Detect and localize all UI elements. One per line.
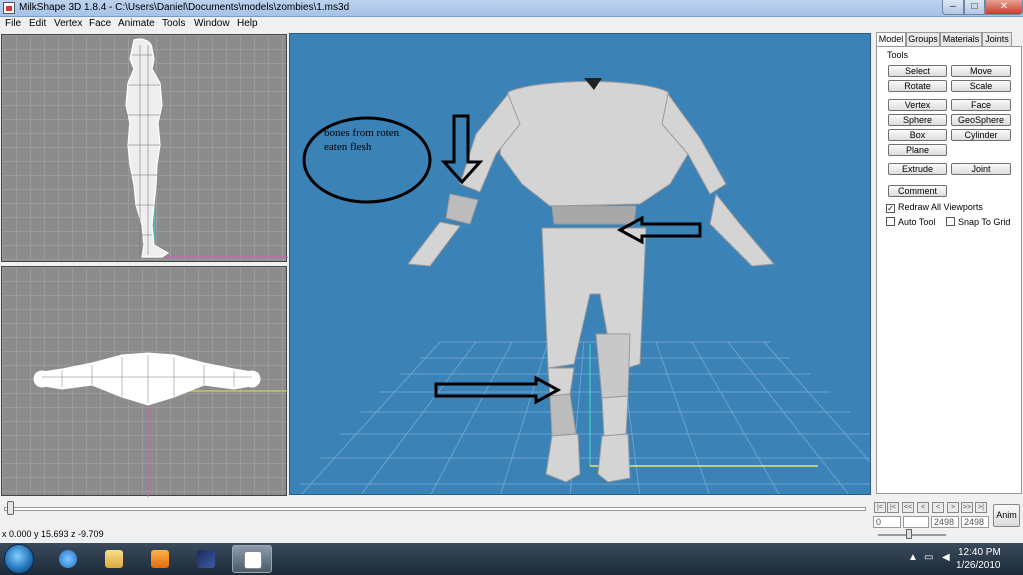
redraw-label: Redraw All Viewports <box>898 202 983 212</box>
vertex-button[interactable]: Vertex <box>888 99 947 111</box>
frame-slider-track[interactable] <box>4 507 866 511</box>
plane-button[interactable]: Plane <box>888 144 947 156</box>
comment-button[interactable]: Comment <box>888 185 947 197</box>
perspective-viewport[interactable]: bones from roten eaten flesh <box>289 33 871 495</box>
prev-step-button[interactable]: < <box>932 502 944 513</box>
menu-edit[interactable]: Edit <box>29 18 46 29</box>
checkbox-empty-icon <box>946 217 955 226</box>
speed-slider-handle[interactable] <box>906 529 912 539</box>
rotate-button[interactable]: Rotate <box>888 80 947 92</box>
first-keyframe-button[interactable]: |< <box>887 502 899 513</box>
taskbar-internet-explorer[interactable] <box>48 545 88 573</box>
window-title: MilkShape 3D 1.8.4 - C:\Users\Daniel\Doc… <box>19 2 350 13</box>
annotation-line-2: eaten flesh <box>324 141 372 153</box>
fast-forward-button[interactable]: >> <box>961 502 973 513</box>
side-wireframe <box>125 38 288 258</box>
auto-tool-checkbox[interactable]: Auto Tool <box>886 217 935 227</box>
top-wireframe <box>33 352 288 497</box>
minimize-button[interactable]: – <box>942 0 964 15</box>
tools-label: Tools <box>887 50 909 60</box>
clock-date[interactable]: 1/26/2010 <box>956 560 1001 571</box>
folder-icon <box>105 550 123 568</box>
anim-toggle-button[interactable]: Anim <box>993 504 1020 527</box>
start-button[interactable] <box>4 544 34 574</box>
cursor-coordinates: x 0.000 y 15.693 z -9.709 <box>2 529 104 539</box>
tab-model[interactable]: Model <box>876 32 906 47</box>
select-button[interactable]: Select <box>888 65 947 77</box>
taskbar-media-player[interactable] <box>140 545 180 573</box>
top-viewport[interactable] <box>1 266 288 497</box>
first-frame-button[interactable]: |< <box>874 502 886 513</box>
maximize-button[interactable]: □ <box>964 0 985 15</box>
network-icon[interactable]: ▭ <box>924 552 933 563</box>
snap-to-grid-checkbox[interactable]: Snap To Grid <box>946 217 1010 227</box>
total-frames-field[interactable]: 2498 <box>961 516 989 528</box>
snap-to-grid-label: Snap To Grid <box>958 217 1011 227</box>
app-icon-blue <box>197 550 215 568</box>
tool-panel: Model Groups Materials Joints Tools Sele… <box>873 32 1023 497</box>
current-frame-field[interactable]: 0 <box>873 516 901 528</box>
tray-expand-icon[interactable]: ▲ <box>908 552 918 563</box>
annotation-line-1: bones from roten <box>324 127 400 139</box>
frame-field-blank[interactable] <box>903 516 929 528</box>
title-bar: MilkShape 3D 1.8.4 - C:\Users\Daniel\Doc… <box>0 0 1023 17</box>
scale-button[interactable]: Scale <box>951 80 1011 92</box>
menu-vertex[interactable]: Vertex <box>54 18 82 29</box>
auto-tool-label: Auto Tool <box>898 217 936 227</box>
menu-help[interactable]: Help <box>237 18 258 29</box>
taskbar-app-blue[interactable] <box>186 545 226 573</box>
media-player-icon <box>151 550 169 568</box>
start-frame-field[interactable]: 2498 <box>931 516 959 528</box>
box-button[interactable]: Box <box>888 129 947 141</box>
frame-slider-handle[interactable] <box>7 501 14 515</box>
tab-joints[interactable]: Joints <box>982 32 1012 46</box>
taskbar-explorer[interactable] <box>94 545 134 573</box>
ground-grid <box>300 341 870 494</box>
animation-timeline: x 0.000 y 15.693 z -9.709 |< |< << < < >… <box>0 498 1023 543</box>
move-button[interactable]: Move <box>951 65 1011 77</box>
checkbox-empty-icon <box>886 217 895 226</box>
clock-time[interactable]: 12:40 PM <box>958 547 1001 558</box>
cylinder-button[interactable]: Cylinder <box>951 129 1011 141</box>
milkshape-window: MilkShape 3D 1.8.4 - C:\Users\Daniel\Doc… <box>0 0 1023 575</box>
volume-icon[interactable]: ◀ <box>942 552 950 563</box>
menu-animate[interactable]: Animate <box>118 18 155 29</box>
close-button[interactable]: ✕ <box>985 0 1023 15</box>
extrude-button[interactable]: Extrude <box>888 163 947 175</box>
zombie-model-render <box>300 78 870 494</box>
side-viewport[interactable] <box>1 34 288 262</box>
zombie-body <box>407 81 776 483</box>
annotation-note: bones from roten eaten flesh <box>324 126 434 154</box>
menu-bar: File Edit Vertex Face Animate Tools Wind… <box>0 17 1023 32</box>
sphere-button[interactable]: Sphere <box>888 114 947 126</box>
menu-file[interactable]: File <box>5 18 21 29</box>
tab-materials[interactable]: Materials <box>940 32 982 46</box>
checkbox-checked-icon: ✓ <box>886 204 895 213</box>
joint-button[interactable]: Joint <box>951 163 1011 175</box>
milkshape-icon <box>244 551 262 569</box>
milkshape-app-icon <box>3 2 15 14</box>
menu-window[interactable]: Window <box>194 18 230 29</box>
menu-tools[interactable]: Tools <box>162 18 185 29</box>
face-button[interactable]: Face <box>951 99 1011 111</box>
last-keyframe-button[interactable]: >| <box>975 502 987 513</box>
rewind-button[interactable]: << <box>902 502 914 513</box>
model-tab-content: Tools Select Move Rotate Scale Vertex Fa… <box>876 46 1022 494</box>
prev-frame-button[interactable]: < <box>917 502 929 513</box>
menu-face[interactable]: Face <box>89 18 111 29</box>
geosphere-button[interactable]: GeoSphere <box>951 114 1011 126</box>
taskbar-milkshape[interactable] <box>232 545 272 573</box>
internet-explorer-icon <box>59 550 77 568</box>
redraw-all-viewports-checkbox[interactable]: ✓ Redraw All Viewports <box>886 202 983 213</box>
tab-groups[interactable]: Groups <box>906 32 940 46</box>
windows-taskbar: ▲ ▭ ◀ 12:40 PM 1/26/2010 <box>0 543 1023 575</box>
next-frame-button[interactable]: > <box>947 502 959 513</box>
speed-slider-track[interactable] <box>878 534 946 536</box>
